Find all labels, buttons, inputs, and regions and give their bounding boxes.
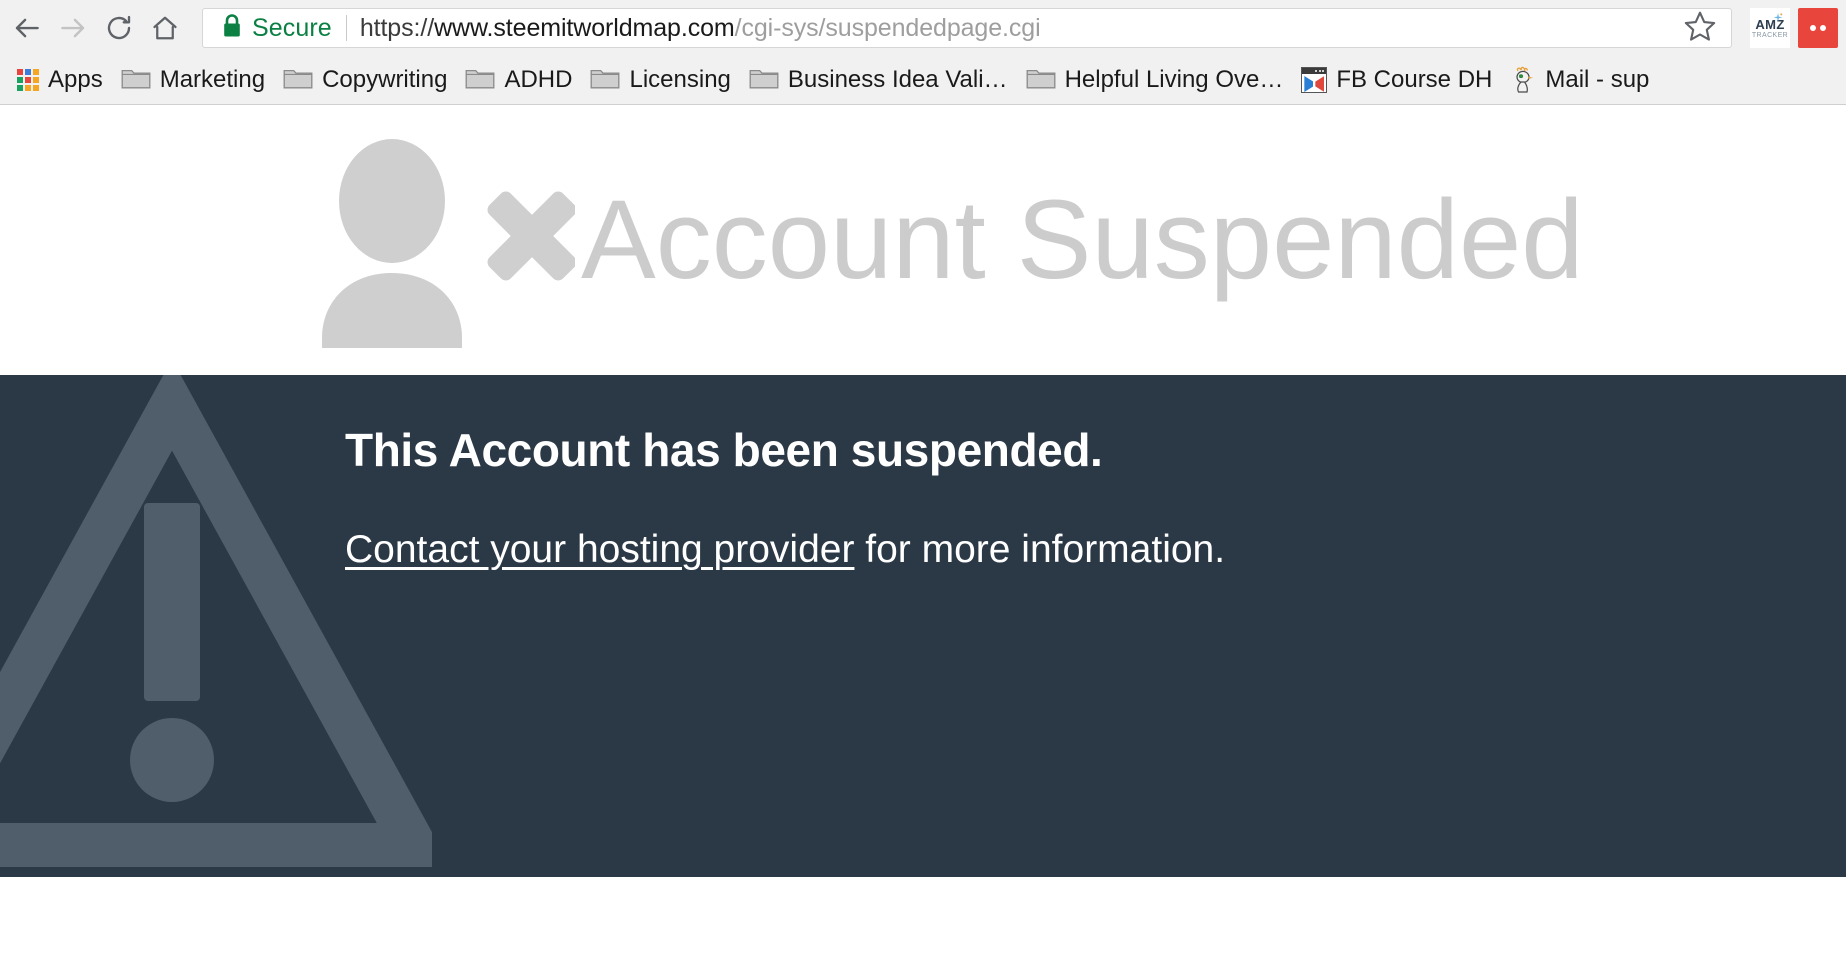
fb-course-icon [1301, 67, 1328, 93]
bookmark-label: Business Idea Vali… [787, 66, 1008, 93]
page-hero: Account Suspended [0, 105, 1846, 375]
omnibox-divider [345, 15, 347, 41]
bookmark-label: Mail - sup [1545, 66, 1650, 93]
bookmark-label: Licensing [629, 66, 731, 93]
folder-icon [121, 66, 151, 95]
bookmark-fb-course-dh[interactable]: FB Course DH [1292, 61, 1501, 99]
back-button[interactable] [4, 5, 50, 51]
bookmarks-bar: Apps Marketing Copywriting ADHD Licensin… [0, 56, 1846, 105]
folder-icon [465, 66, 495, 95]
forward-button[interactable] [50, 5, 96, 51]
arrow-left-icon [12, 13, 42, 43]
arrow-right-icon [58, 13, 88, 43]
suspended-page: Account Suspended This Account has been … [0, 105, 1846, 978]
url-path: /cgi-sys/suspendedpage.cgi [734, 13, 1041, 42]
red-menu-extension[interactable] [1798, 8, 1838, 48]
folder-icon [1026, 66, 1056, 95]
browser-toolbar: Secure https://www.steemitworldmap.com/c… [0, 0, 1846, 56]
security-status-label: Secure [252, 13, 332, 42]
bookmark-licensing[interactable]: Licensing [581, 61, 739, 99]
amz-extension-subtitle: TRACKER [1751, 31, 1789, 39]
suspension-banner: This Account has been suspended. Contact… [0, 375, 1846, 877]
address-bar[interactable]: Secure https://www.steemitworldmap.com/c… [202, 8, 1732, 48]
bookmark-business-idea-validation[interactable]: Business Idea Vali… [740, 61, 1017, 99]
bookmark-label: FB Course DH [1336, 66, 1493, 93]
bookmark-label: Copywriting [322, 66, 448, 93]
lock-icon [221, 13, 243, 44]
dot-icon [1820, 25, 1826, 31]
sparkle-icon [1773, 11, 1783, 22]
home-button[interactable] [142, 5, 188, 51]
bookmark-marketing[interactable]: Marketing [112, 61, 274, 99]
bookmark-mail-support[interactable]: Mail - sup [1501, 61, 1658, 99]
reload-button[interactable] [96, 5, 142, 51]
home-icon [150, 13, 180, 43]
reload-icon [104, 13, 134, 43]
bookmark-label: Apps [48, 66, 103, 93]
apps-grid-icon [17, 69, 39, 91]
banner-text-block: This Account has been suspended. Contact… [0, 375, 1846, 575]
banner-subtext: Contact your hosting provider for more i… [345, 526, 1846, 575]
folder-icon [590, 66, 620, 95]
bookmark-label: Marketing [159, 66, 266, 93]
bookmark-apps[interactable]: Apps [8, 61, 112, 99]
bookmark-adhd[interactable]: ADHD [456, 61, 581, 99]
dot-icon [1810, 25, 1816, 31]
bookmark-label: ADHD [504, 66, 573, 93]
star-icon[interactable] [1683, 9, 1717, 48]
page-footer-space [0, 877, 1846, 978]
bookmark-label: Helpful Living Ove… [1064, 66, 1284, 93]
bookmark-copywriting[interactable]: Copywriting [274, 61, 456, 99]
page-title: Account Suspended [581, 177, 1584, 302]
banner-heading: This Account has been suspended. [345, 424, 1103, 476]
url-text[interactable]: https://www.steemitworldmap.com/cgi-sys/… [360, 14, 1673, 43]
browser-chrome: Secure https://www.steemitworldmap.com/c… [0, 0, 1846, 105]
folder-icon [749, 66, 779, 95]
contact-hosting-provider-link[interactable]: Contact your hosting provider [345, 528, 854, 571]
user-suspended-icon [310, 133, 577, 348]
amz-tracker-extension[interactable]: AMZ TRACKER [1750, 8, 1790, 48]
banner-subtext-tail: for more information. [854, 528, 1226, 572]
folder-icon [283, 66, 313, 95]
url-scheme: https:// [359, 13, 435, 42]
url-host: www.steemitworldmap.com [434, 13, 735, 42]
bookmark-helpful-living-overview[interactable]: Helpful Living Ove… [1017, 61, 1293, 99]
mail-bird-icon [1510, 66, 1536, 94]
